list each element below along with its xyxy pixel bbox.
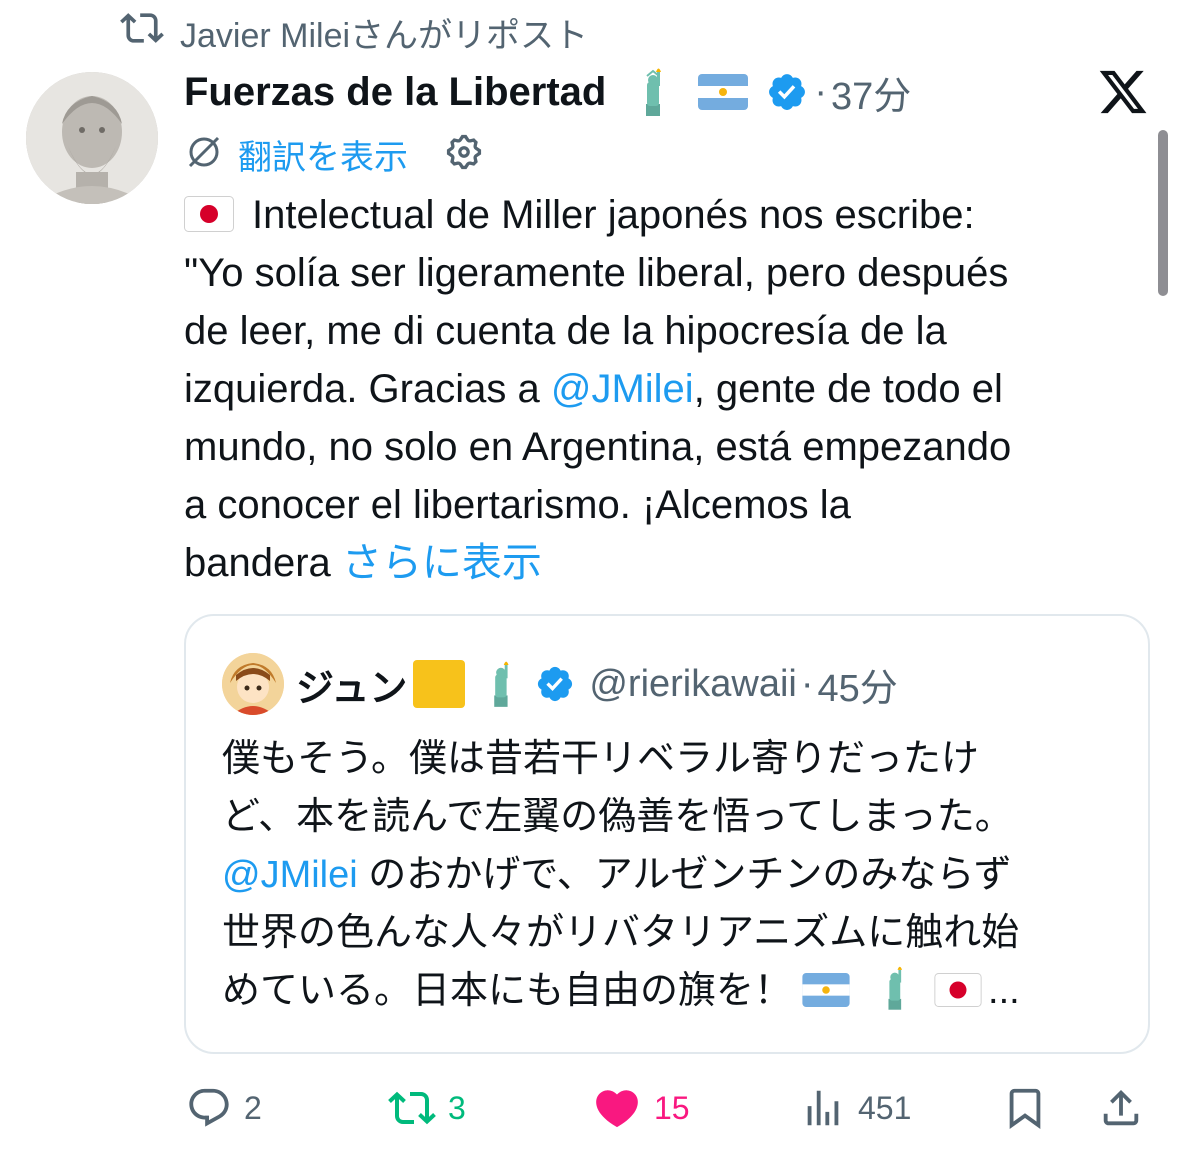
quoted-line-4: 世界の色んな人々がリバタリアニズムに触れ始 bbox=[222, 912, 1020, 954]
share-icon bbox=[1103, 1089, 1139, 1126]
quoted-line-5: めている。日本にも自由の旗を！ ... bbox=[222, 962, 1122, 1028]
show-translation-link[interactable]: 翻訳を表示 bbox=[238, 130, 408, 179]
reply-button[interactable]: 2 bbox=[186, 1078, 262, 1138]
x-logo-icon bbox=[1096, 66, 1150, 118]
quoted-tweet-header: ジュン @rierikawaii · 45分 bbox=[222, 652, 898, 716]
reply-count: 2 bbox=[244, 1089, 262, 1126]
quoted-tweet[interactable]: ジュン @rierikawaii · 45分 僕もそう。僕は昔若干リベラル寄りだ… bbox=[184, 614, 1150, 1054]
bookmark-icon bbox=[1009, 1088, 1041, 1129]
truncation-ellipsis: ... bbox=[988, 970, 1020, 1012]
repost-icon bbox=[388, 1091, 436, 1125]
quoted-verified-badge-icon bbox=[535, 664, 575, 704]
share-button[interactable] bbox=[1098, 1078, 1144, 1138]
author-name[interactable]: Fuerzas de la Libertad bbox=[184, 70, 606, 115]
yellow-square-emoji bbox=[411, 658, 467, 710]
post-time[interactable]: 37分 bbox=[831, 65, 911, 120]
quoted-author-avatar[interactable] bbox=[222, 653, 284, 715]
tweet-header: Fuerzas de la Libertad · 37分 bbox=[184, 64, 911, 120]
views-button[interactable]: 451 bbox=[800, 1078, 911, 1138]
bookmark-button[interactable] bbox=[1002, 1078, 1048, 1138]
statue-of-liberty-emoji bbox=[874, 965, 912, 1028]
views-count: 451 bbox=[858, 1089, 912, 1126]
tweet-line-5: mundo, no solo en Argentina, está empeza… bbox=[184, 425, 1012, 469]
verified-badge-icon bbox=[766, 71, 808, 113]
statue-of-liberty-emoji bbox=[479, 660, 519, 708]
settings-gear-icon[interactable] bbox=[444, 132, 484, 177]
show-more-link[interactable]: さらに表示 bbox=[342, 541, 542, 585]
repost-count: 3 bbox=[448, 1089, 466, 1126]
tweet-line-2: "Yo solía ser ligeramente liberal, pero … bbox=[184, 251, 1009, 295]
heart-icon bbox=[596, 1090, 638, 1128]
quoted-line-2: ど、本を読んで左翼の偽善を悟ってしまった。 bbox=[222, 796, 1013, 838]
repost-icon bbox=[120, 6, 164, 59]
quoted-author-handle[interactable]: @rierikawaii bbox=[589, 663, 797, 706]
tweet-line-6: a conocer el libertarismo. ¡Alcemos la bbox=[184, 483, 851, 527]
translate-row: 翻訳を表示 bbox=[184, 130, 484, 178]
action-bar: 2 3 15 451 bbox=[0, 1078, 1178, 1138]
quoted-meta-separator: · bbox=[800, 662, 814, 705]
like-count: 15 bbox=[654, 1089, 690, 1126]
like-button[interactable]: 15 bbox=[592, 1078, 690, 1138]
quoted-post-time[interactable]: 45分 bbox=[818, 657, 898, 712]
repost-banner-text: Javier Mileiさんがリポスト bbox=[180, 16, 589, 55]
repost-button[interactable]: 3 bbox=[388, 1078, 466, 1138]
quoted-tweet-text: 僕もそう。僕は昔若干リベラル寄りだったけ ど、本を読んで左翼の偽善を悟ってしまっ… bbox=[222, 730, 1122, 1028]
japan-flag-emoji bbox=[184, 196, 234, 232]
tweet-line-3: de leer, me di cuenta de la hipocresía d… bbox=[184, 309, 947, 353]
japan-flag-emoji bbox=[934, 966, 982, 1024]
quoted-mention-link[interactable]: @JMilei bbox=[222, 854, 358, 896]
reply-icon bbox=[189, 1088, 229, 1127]
scrollbar[interactable] bbox=[1158, 130, 1168, 296]
tweet-line-4: izquierda. Gracias a @JMilei, gente de t… bbox=[184, 367, 1003, 411]
mention-link[interactable]: @JMilei bbox=[551, 367, 694, 411]
tweet-text: Intelectual de Miller japonés nos escrib… bbox=[184, 186, 1154, 592]
translate-icon bbox=[184, 132, 224, 177]
statue-of-liberty-emoji bbox=[630, 68, 672, 116]
views-chart-icon bbox=[807, 1090, 839, 1126]
author-avatar[interactable] bbox=[26, 72, 158, 204]
quoted-line-1: 僕もそう。僕は昔若干リベラル寄りだったけ bbox=[222, 738, 979, 780]
argentina-flag-emoji bbox=[698, 74, 749, 110]
tweet-line-7: bandera さらに表示 bbox=[184, 541, 542, 585]
argentina-flag-emoji bbox=[802, 966, 850, 1024]
quoted-line-3: @JMilei のおかげで、アルゼンチンのみならず bbox=[222, 854, 1012, 896]
tweet-line-1: Intelectual de Miller japonés nos escrib… bbox=[184, 186, 1154, 244]
meta-separator: · bbox=[814, 70, 827, 113]
quoted-author-name[interactable]: ジュン bbox=[296, 657, 407, 712]
repost-banner[interactable]: Javier Mileiさんがリポスト bbox=[120, 10, 589, 55]
